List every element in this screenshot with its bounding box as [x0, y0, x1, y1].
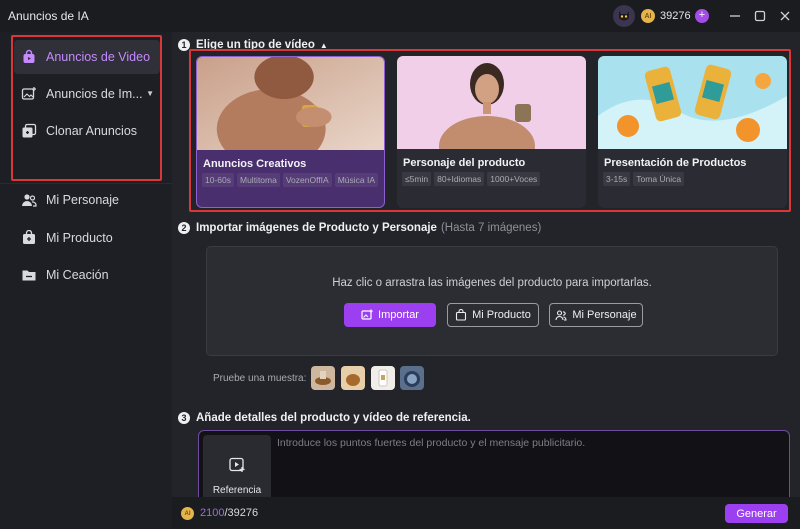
reference-label: Referencia [212, 485, 262, 496]
sidebar-item-label: Mi Ceación [46, 268, 109, 282]
chevron-down-icon[interactable]: ▼ [146, 89, 154, 98]
step-title: Importar imágenes de Producto y Personaj… [196, 222, 437, 234]
my-product-button[interactable]: Mi Producto [447, 303, 539, 327]
image-plus-icon [20, 85, 38, 103]
tag: ≤5min [402, 172, 432, 186]
my-product-label: Mi Producto [472, 309, 531, 321]
sample-thumbnail[interactable] [371, 366, 395, 390]
bottom-bar: AI 2100/39276 Generar [172, 497, 800, 529]
step3-header: 3 Añade detalles del producto y vídeo de… [178, 412, 471, 424]
title-bar: Anuncios de IA AI 39276 + [0, 0, 800, 32]
card-title: Personaje del producto [403, 157, 526, 169]
product-box-icon [20, 229, 38, 247]
step-title: Añade detalles del producto y vídeo de r… [196, 412, 471, 424]
app-title: Anuncios de IA [8, 9, 89, 23]
main-panel: 1 Elige un tipo de vídeo ▲ Anuncios Crea… [172, 32, 800, 497]
tag: 10-60s [202, 173, 234, 187]
image-upload-icon [361, 309, 373, 320]
tag: Toma Única [633, 172, 685, 186]
sidebar-item-label: Anuncios de Im... [46, 87, 143, 101]
tag: Multitoma [237, 173, 280, 187]
step-hint: (Hasta 7 imágenes) [440, 222, 542, 234]
sidebar-item-video-ads[interactable]: Anuncios de Video [14, 40, 160, 74]
cat-avatar-icon [619, 11, 629, 21]
sample-thumbnail[interactable] [341, 366, 365, 390]
product-box-icon [456, 309, 467, 321]
card-title: Presentación de Productos [604, 157, 747, 169]
import-button[interactable]: Importar [344, 303, 436, 327]
maximize-icon[interactable] [752, 8, 768, 24]
close-icon[interactable] [777, 8, 793, 24]
my-character-button[interactable]: Mi Personaje [549, 303, 643, 327]
sidebar-item-my-product[interactable]: Mi Producto [14, 221, 160, 255]
user-avatar[interactable] [613, 5, 635, 27]
step-number: 2 [178, 222, 190, 234]
coin-icon: AI [181, 507, 194, 520]
details-input[interactable]: Introduce los puntos fuertes del product… [277, 437, 585, 449]
people-icon [20, 191, 38, 209]
total-credits: /39276 [224, 507, 259, 519]
tag: 1000+Voces [487, 172, 541, 186]
upload-message: Haz clic o arrastra las imágenes del pro… [332, 277, 652, 289]
reference-video-button[interactable]: Referencia [203, 435, 271, 497]
tag: 80+Idiomas [434, 172, 485, 186]
import-label: Importar [378, 309, 419, 321]
credit-cost: 2100/39276 [200, 507, 258, 519]
video-type-card-presentation[interactable]: Presentación de Productos 3-15s Toma Úni… [598, 56, 787, 208]
card-tags: 10-60s Multitoma VozenOffIA Música IA [202, 173, 382, 187]
card-tags: 3-15s Toma Única [603, 172, 783, 186]
sidebar-item-my-character[interactable]: Mi Personaje [14, 183, 160, 217]
minimize-icon[interactable] [727, 8, 743, 24]
cost-value: 2100 [200, 507, 225, 519]
video-type-card-creative[interactable]: Anuncios Creativos 10-60s Multitoma Voze… [196, 56, 385, 208]
tag: VozenOffIA [282, 173, 332, 187]
step2-header: 2 Importar imágenes de Producto y Person… [178, 222, 541, 234]
shopping-bag-icon [20, 48, 38, 66]
sample-thumbnail[interactable] [400, 366, 424, 390]
sidebar-item-label: Clonar Anuncios [46, 124, 138, 138]
step-number: 3 [178, 412, 190, 424]
product-presentation-thumbnail [598, 56, 787, 149]
sidebar-item-image-ads[interactable]: Anuncios de Im... ▼ [14, 77, 160, 111]
credit-balance: 39276 [660, 10, 691, 22]
sidebar-item-label: Mi Producto [46, 231, 113, 245]
clone-icon [20, 122, 38, 140]
card-tags: ≤5min 80+Idiomas 1000+Voces [402, 172, 582, 186]
add-credits-button[interactable]: + [695, 9, 709, 23]
sample-thumbnail[interactable] [311, 366, 335, 390]
product-character-thumbnail [397, 56, 586, 149]
sidebar-item-clone-ads[interactable]: Clonar Anuncios [14, 114, 160, 148]
generate-button[interactable]: Generar [725, 504, 788, 523]
video-add-icon [229, 457, 245, 472]
image-upload-dropzone[interactable]: Haz clic o arrastra las imágenes del pro… [206, 246, 778, 356]
my-character-label: Mi Personaje [572, 309, 637, 321]
video-type-card-character[interactable]: Personaje del producto ≤5min 80+Idiomas … [397, 56, 586, 208]
product-details-box[interactable]: Referencia Introduce los puntos fuertes … [198, 430, 790, 497]
tag: Música IA [334, 173, 379, 187]
creative-ads-thumbnail [197, 57, 384, 150]
sample-label: Pruebe una muestra: [213, 373, 307, 384]
people-icon [555, 310, 567, 321]
sidebar-item-label: Mi Personaje [46, 193, 119, 207]
card-title: Anuncios Creativos [203, 158, 307, 170]
folder-icon [20, 266, 38, 284]
tag: 3-15s [603, 172, 631, 186]
sidebar-item-my-creation[interactable]: Mi Ceación [14, 258, 160, 292]
sidebar-item-label: Anuncios de Video [46, 50, 151, 64]
coin-icon: AI [641, 9, 655, 23]
sidebar: Anuncios de Video Anuncios de Im... ▼ Cl… [0, 32, 172, 529]
